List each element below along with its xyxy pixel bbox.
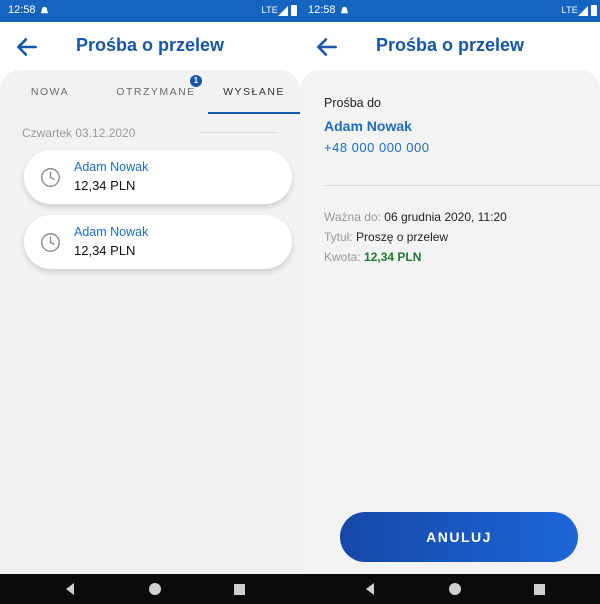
page-title: Prośba o przelew (75, 35, 225, 55)
nav-recents-icon[interactable] (234, 584, 245, 595)
nav-home-icon[interactable] (449, 583, 461, 595)
status-bar: 12:58 LTE (0, 0, 300, 22)
recipient-block: Prośba do Adam Nowak +48 000 000 000 (324, 96, 429, 155)
request-list-screen: 12:58 LTE Prośba o przelew NOWA OTRZYMAN… (0, 0, 300, 604)
nav-back-icon[interactable] (64, 583, 76, 595)
subject-label: Tytuł: (324, 230, 353, 244)
signal-icon (578, 6, 588, 16)
request-detail-panel: Prośba do Adam Nowak +48 000 000 000 Waż… (300, 70, 600, 574)
tab-nowa[interactable]: NOWA (0, 70, 100, 114)
request-detail-screen: 12:58 LTE Prośba o przelew Prośba do Ada… (300, 0, 600, 604)
valid-until-value: 06 grudnia 2020, 11:20 (384, 210, 507, 224)
status-bar: 12:58 LTE (300, 0, 600, 22)
request-recipient-name: Adam Nowak (74, 160, 149, 174)
battery-icon (291, 5, 297, 16)
network-type: LTE (261, 5, 278, 15)
date-group-header: Czwartek 03.12.2020 (22, 124, 278, 140)
page-title: Prośba o przelew (375, 35, 525, 55)
status-time: 12:58 (8, 4, 36, 16)
nav-home-icon[interactable] (149, 583, 161, 595)
app-bar: Prośba o przelew (0, 22, 300, 72)
status-time: 12:58 (308, 4, 336, 16)
request-card[interactable]: Adam Nowak 12,34 PLN (24, 215, 292, 269)
battery-icon (591, 5, 597, 16)
amount-label: Kwota: (324, 250, 361, 264)
active-tab-indicator (208, 112, 300, 114)
request-details: Ważna do: 06 grudnia 2020, 11:20 Tytuł: … (324, 207, 507, 267)
divider (324, 185, 600, 186)
tab-wyslane[interactable]: WYSŁANE (208, 70, 300, 114)
app-bar: Prośba o przelew (300, 22, 600, 72)
system-nav-bar (300, 574, 600, 604)
content-panel: NOWA OTRZYMANE 1 WYSŁANE Czwartek 03.12.… (0, 70, 300, 574)
notification-badge: 1 (190, 75, 202, 87)
recipient-name: Adam Nowak (324, 118, 412, 134)
request-amount: 12,34 PLN (74, 243, 136, 258)
recipient-label: Prośba do (324, 96, 381, 110)
network-type: LTE (561, 5, 578, 15)
valid-until-label: Ważna do: (324, 210, 381, 224)
subject-value: Proszę o przelew (356, 230, 449, 244)
recipient-phone: +48 000 000 000 (324, 140, 430, 155)
request-recipient-name: Adam Nowak (74, 225, 149, 239)
clock-icon (41, 168, 60, 187)
amount-value: 12,34 PLN (364, 250, 422, 264)
request-card[interactable]: Adam Nowak 12,34 PLN (24, 150, 292, 204)
cancel-button[interactable]: ANULUJ (340, 512, 578, 562)
date-label: Czwartek 03.12.2020 (22, 126, 136, 140)
tab-bar: NOWA OTRZYMANE 1 WYSŁANE (0, 70, 300, 114)
amount-row: Kwota: 12,34 PLN (324, 247, 507, 267)
valid-until-row: Ważna do: 06 grudnia 2020, 11:20 (324, 207, 507, 227)
subject-row: Tytuł: Proszę o przelew (324, 227, 507, 247)
nav-back-icon[interactable] (364, 583, 376, 595)
signal-icon (278, 6, 288, 16)
nav-recents-icon[interactable] (534, 584, 545, 595)
notification-icon (40, 6, 49, 14)
system-nav-bar (0, 574, 300, 604)
clock-icon (41, 233, 60, 252)
request-amount: 12,34 PLN (74, 178, 136, 193)
notification-icon (340, 6, 349, 14)
divider (200, 132, 278, 133)
